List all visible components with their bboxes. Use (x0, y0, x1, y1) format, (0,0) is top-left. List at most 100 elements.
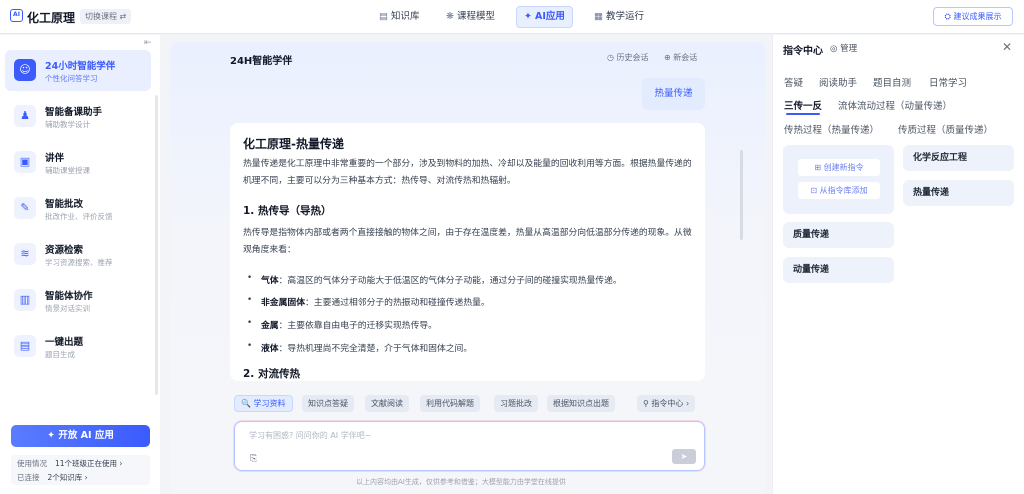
sidebar-item-resource-search[interactable]: ≋ 资源检索 学习资源搜索、推荐 (5, 234, 151, 275)
tab-daily-study[interactable]: 日常学习 (929, 75, 967, 89)
section-heading: 2. 对流传热 (243, 368, 300, 380)
companion-icon: ☺ (14, 59, 36, 81)
chat-input[interactable]: 学习有困惑? 问问你的 AI 学伴吧~ ⎘ ➤ (234, 421, 705, 471)
bullet-text: ：导热机理尚不完全清楚，介于气体和固体之间。 (278, 344, 473, 354)
course-model-icon: ❋ (446, 11, 454, 22)
tab-self-test[interactable]: 题目自测 (873, 75, 911, 89)
app-title: 化工原理 (27, 11, 76, 25)
create-new-command-button[interactable]: ⊞ 创建新指令 (798, 159, 880, 176)
list-item: 金属：主要依靠自由电子的迁移实现热传导。 (247, 318, 437, 331)
tab-three-transfers[interactable]: 三传一反 (784, 98, 822, 115)
chip-knowledge-qa[interactable]: 知识点答疑 (302, 395, 354, 412)
bullet-text: ：高温区的气体分子动能大于低温区的气体分子动能，通过分子间的碰撞实现热量传递。 (278, 276, 622, 286)
chat-title: 24H智能学伴 (230, 56, 293, 67)
quiz-icon: ▤ (14, 335, 36, 357)
tab-fluid-flow[interactable]: 流体流动过程（动量传递） (838, 98, 952, 112)
lesson-prep-icon: ♟ (14, 105, 36, 127)
switch-course-button[interactable]: 切换课程 ⇄ (80, 9, 132, 24)
sidebar-item-quick-quiz[interactable]: ▤ 一键出题 题目生成 (5, 326, 151, 367)
usage-panel: 使用情况 11个班级正在使用 › 已连接 2个知识库 › (11, 455, 150, 485)
sidebar-item-subtitle: 学习资源搜索、推荐 (45, 258, 113, 267)
close-icon[interactable]: ✕ (1002, 40, 1012, 54)
command-card[interactable]: 热量传递 (903, 180, 1014, 206)
chip-generate-questions[interactable]: 根据知识点出题 (547, 395, 615, 412)
list-item: 气体：高温区的气体分子动能大于低温区的气体分子动能，通过分子间的碰撞实现热量传递… (247, 273, 622, 286)
layers-icon: ≋ (14, 243, 36, 265)
sidebar: ⇤ ☺ 24小时智能学伴 个性化问答学习 ♟ 智能备课助手 辅助教学设计 ▣ 讲… (0, 35, 160, 494)
sidebar-item-grading[interactable]: ✎ 智能批改 批改作业、评价反馈 (5, 188, 151, 229)
sidebar-item-lecture[interactable]: ▣ 讲伴 辅助课堂授课 (5, 142, 151, 183)
grading-icon: ✎ (14, 197, 36, 219)
panel-title: 指令中心 (783, 46, 823, 57)
sidebar-item-subtitle: 题目生成 (45, 350, 75, 359)
tab-reading-assistant[interactable]: 阅读助手 (819, 75, 857, 89)
collapse-sidebar-icon[interactable]: ⇤ (144, 38, 152, 48)
sidebar-item-title: 智能备课助手 (45, 107, 103, 118)
connected-label: 已连接 (17, 473, 40, 482)
sidebar-item-agent-collab[interactable]: ▥ 智能体协作 情景对话实训 (5, 280, 151, 321)
chip-study-materials[interactable]: 🔍 学习资料 (234, 395, 293, 412)
nav-course-model[interactable]: ❋ 课程模型 (439, 6, 502, 28)
sidebar-scrollbar[interactable] (155, 95, 158, 395)
suggest-showcase-button[interactable]: ⛭ 建议成果展示 (933, 7, 1013, 26)
command-card-label: 质量传递 (793, 230, 830, 240)
sidebar-item-title: 一键出题 (45, 337, 84, 348)
sidebar-item-study-companion[interactable]: ☺ 24小时智能学伴 个性化问答学习 (5, 50, 151, 91)
list-item: 非金属固体：主要通过相邻分子的热振动和碰撞传递热量。 (247, 295, 490, 308)
sidebar-item-title: 资源检索 (45, 245, 84, 256)
answer-heading: 化工原理-热量传递 (243, 137, 344, 151)
bullet-text: ：主要依靠自由电子的迁移实现热传导。 (278, 321, 437, 331)
tab-qa[interactable]: 答疑 (784, 75, 803, 89)
bullet-term: 液体 (261, 344, 279, 354)
nav-label: 知识库 (390, 11, 420, 22)
sidebar-item-title: 讲伴 (45, 153, 65, 164)
sparkle-icon: ✦ (524, 11, 532, 22)
send-button[interactable]: ➤ (672, 449, 696, 464)
app-logo: AI (10, 9, 23, 22)
bullet-term: 气体 (261, 276, 279, 286)
nav-ai-apps[interactable]: ✦ AI应用 (516, 6, 573, 28)
nav-label: AI应用 (534, 11, 565, 22)
command-card[interactable]: 质量传递 (783, 222, 894, 248)
ai-disclaimer: 以上内容均由AI生成，仅供参考和借鉴；大模型能力由学堂在线提供 (356, 478, 566, 486)
command-card-label: 动量传递 (793, 265, 830, 275)
knowledge-base-icon: ▤ (379, 11, 388, 22)
command-card[interactable]: 化学反应工程 (903, 145, 1014, 171)
sidebar-item-title: 智能批改 (45, 199, 84, 210)
new-chat-button[interactable]: ⊕ 新会话 (664, 52, 697, 63)
chip-code-solve[interactable]: 利用代码解题 (420, 395, 480, 412)
chip-exercise-grading[interactable]: 习题批改 (494, 395, 538, 412)
agent-icon: ▥ (14, 289, 36, 311)
top-bar: AI 化工原理 切换课程 ⇄ ▤ 知识库 ❋ 课程模型 ✦ AI应用 ▦ 教学运行 ⛭ … (0, 0, 1024, 34)
add-from-library-button[interactable]: ⊡ 从指令库添加 (798, 182, 880, 199)
ai-answer: 化工原理-热量传递 热量传递是化工原理中非常重要的一个部分，涉及到物料的加热、冷… (230, 123, 705, 381)
bullet-term: 金属 (261, 321, 279, 331)
tab-mass-transfer[interactable]: 传质过程（质量传递） (898, 122, 993, 136)
open-ai-apps-button[interactable]: ✦ 开放 AI 应用 (11, 425, 150, 447)
chip-command-center[interactable]: ⚲ 指令中心 › (637, 395, 696, 412)
history-button[interactable]: ◷ 历史会话 (607, 52, 649, 63)
chat-scrollbar[interactable] (740, 150, 743, 240)
command-card-label: 化学反应工程 (913, 153, 968, 163)
answer-intro: 热量传递是化工原理中非常重要的一个部分，涉及到物料的加热、冷却以及能量的回收利用… (243, 159, 692, 186)
create-command-box: ⊞ 创建新指令 ⊡ 从指令库添加 (783, 145, 894, 214)
tab-heat-transfer[interactable]: 传热过程（热量传递） (784, 122, 879, 136)
user-message: 热量传递 (642, 78, 705, 110)
nav-label: 课程模型 (456, 11, 495, 22)
sidebar-item-title: 智能体协作 (45, 291, 93, 302)
section-heading: 1. 热传导（导热） (243, 205, 332, 217)
nav-label: 教学运行 (605, 11, 644, 22)
knowledge-bases-link[interactable]: 2个知识库 › (48, 473, 88, 482)
command-card[interactable]: 动量传递 (783, 257, 894, 283)
nav-teaching-ops[interactable]: ▦ 教学运行 (587, 6, 651, 28)
manage-button[interactable]: ◎ 管理 (830, 42, 857, 54)
grid-icon: ▦ (594, 11, 603, 22)
classes-in-use-link[interactable]: 11个班级正在使用 › (55, 459, 122, 468)
usage-label: 使用情况 (17, 459, 47, 468)
sidebar-item-lesson-prep[interactable]: ♟ 智能备课助手 辅助教学设计 (5, 96, 151, 137)
section-text: 热传导是指物体内部或者两个直接接触的物体之间，由于存在温度差，热量从高温部分向低… (243, 228, 692, 255)
sidebar-item-subtitle: 情景对话实训 (45, 304, 90, 313)
nav-knowledge-base[interactable]: ▤ 知识库 (372, 6, 427, 28)
chip-literature-reading[interactable]: 文献阅读 (365, 395, 409, 412)
attach-icon[interactable]: ⎘ (250, 454, 257, 464)
